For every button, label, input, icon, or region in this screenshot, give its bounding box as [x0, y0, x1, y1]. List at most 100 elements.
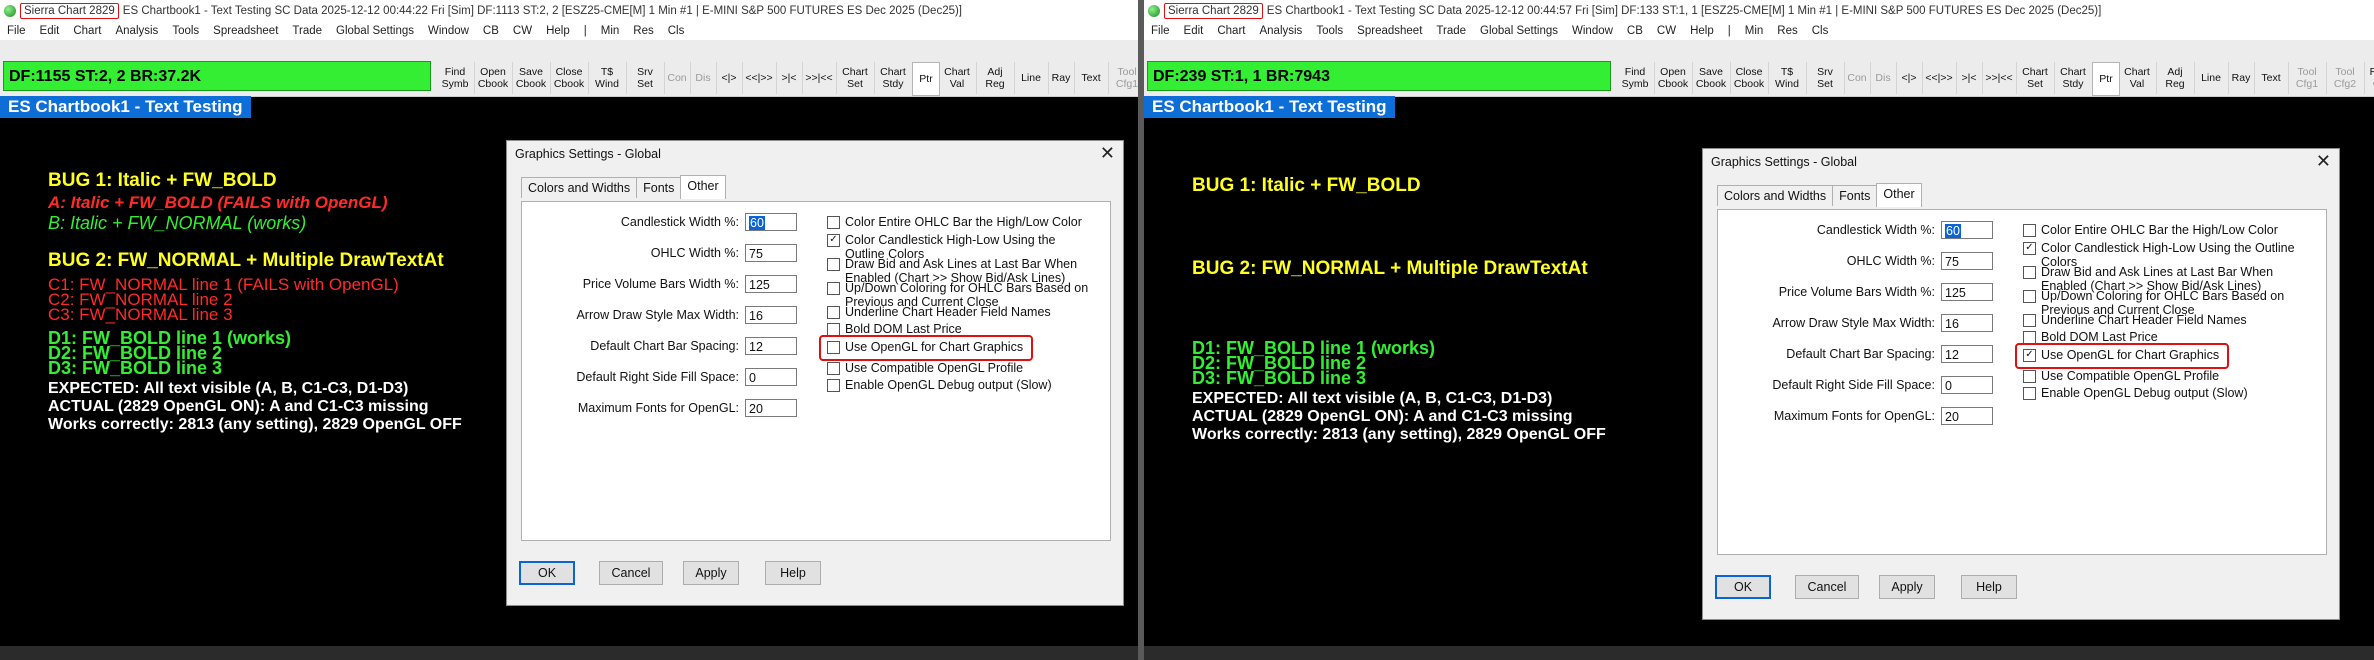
menu-global-settings[interactable]: Global Settings [329, 25, 421, 37]
menu-edit[interactable]: Edit [1177, 25, 1211, 37]
toolbar-button-tool-cfg2[interactable]: Tool Cfg2 [2326, 62, 2365, 94]
toolbar-button-t-wind[interactable]: T$ Wind [1768, 62, 1807, 94]
menu-trade[interactable]: Trade [1429, 25, 1473, 37]
apply-button[interactable]: Apply [1879, 575, 1935, 599]
field-input-price-volume-bars-width[interactable]: 125 [1941, 283, 1993, 301]
tab-other[interactable]: Other [1876, 183, 1922, 207]
toolbar-button-chart-stdy[interactable]: Chart Stdy [2054, 62, 2093, 94]
toolbar-button-tool-cfg1[interactable]: Tool Cfg1 [1108, 62, 1138, 94]
toolbar-button-close-cbook[interactable]: Close Cbook [550, 62, 589, 94]
help-button[interactable]: Help [1961, 575, 2017, 599]
toolbar-button-sym[interactable]: <<|>> [1922, 62, 1957, 94]
close-icon[interactable]: ✕ [2316, 151, 2331, 172]
toolbar-button-chart-stdy[interactable]: Chart Stdy [874, 62, 913, 94]
menu-res[interactable]: Res [1770, 25, 1804, 37]
ok-button[interactable]: OK [519, 561, 575, 585]
menu-tools[interactable]: Tools [165, 25, 206, 37]
field-input-ohlc-width[interactable]: 75 [745, 244, 797, 262]
toolbar-button-adj-reg[interactable]: Adj Reg [2156, 62, 2195, 94]
toolbar-button-chart-set[interactable]: Chart Set [2016, 62, 2055, 94]
menu-help[interactable]: Help [1683, 25, 1721, 37]
menu-res[interactable]: Res [626, 25, 660, 37]
tab-colors-and-widths[interactable]: Colors and Widths [1717, 185, 1834, 206]
checkbox-use-compatible-opengl-profile[interactable] [2023, 370, 2036, 383]
toolbar-button-text[interactable]: Text [1074, 62, 1109, 94]
toolbar-button-chart-val[interactable]: Chart Val [2118, 62, 2157, 94]
toolbar-button-line[interactable]: Line [1014, 62, 1049, 94]
toolbar-button-sym[interactable]: >|< [1956, 62, 1983, 94]
toolbar-button-chart-val[interactable]: Chart Val [938, 62, 977, 94]
field-input-default-right-side-fill-space[interactable]: 0 [1941, 376, 1993, 394]
menu-edit[interactable]: Edit [33, 25, 67, 37]
checkbox-color-entire-ohlc-bar-the-high-low-color[interactable] [827, 216, 840, 229]
menu-cw[interactable]: CW [1650, 25, 1683, 37]
checkbox-use-compatible-opengl-profile[interactable] [827, 362, 840, 375]
menu-spreadsheet[interactable]: Spreadsheet [206, 25, 285, 37]
checkbox-draw-bid-and-ask-lines-at-last-bar-when-enabled-chart-show-bid-ask-lines[interactable] [827, 258, 840, 271]
field-input-ohlc-width[interactable]: 75 [1941, 252, 1993, 270]
toolbar-button-sym[interactable]: >>|<< [1982, 62, 2017, 94]
toolbar-button-sym[interactable]: <<|>> [742, 62, 777, 94]
menu-analysis[interactable]: Analysis [1252, 25, 1309, 37]
toolbar-button-srv-set[interactable]: Srv Set [1806, 62, 1845, 94]
ok-button[interactable]: OK [1715, 575, 1771, 599]
toolbar-button-dis[interactable]: Dis [1870, 62, 1897, 94]
toolbar-button-text[interactable]: Text [2254, 62, 2289, 94]
menu-window[interactable]: Window [421, 25, 476, 37]
tab-other[interactable]: Other [680, 175, 726, 199]
menu-chart[interactable]: Chart [66, 25, 108, 37]
menu-cls[interactable]: Cls [1805, 25, 1836, 37]
checkbox-color-entire-ohlc-bar-the-high-low-color[interactable] [2023, 224, 2036, 237]
menu-min[interactable]: Min [1738, 25, 1771, 37]
close-icon[interactable]: ✕ [1100, 143, 1115, 164]
toolbar-button-srv-set[interactable]: Srv Set [626, 62, 665, 94]
toolbar-button-ptr[interactable]: Ptr [2092, 62, 2120, 96]
menu-chart[interactable]: Chart [1210, 25, 1252, 37]
toolbar-button-t-wind[interactable]: T$ Wind [588, 62, 627, 94]
toolbar-button-ptr[interactable]: Ptr [912, 62, 940, 96]
menu-cb[interactable]: CB [1620, 25, 1650, 37]
cancel-button[interactable]: Cancel [1795, 575, 1859, 599]
toolbar-button-con[interactable]: Con [664, 62, 691, 94]
menu-help[interactable]: Help [539, 25, 577, 37]
menu-trade[interactable]: Trade [285, 25, 329, 37]
checkbox-underline-chart-header-field-names[interactable] [827, 306, 840, 319]
toolbar-button-ray[interactable]: Ray [2228, 62, 2255, 94]
menu-min[interactable]: Min [594, 25, 627, 37]
toolbar-button-sym[interactable]: >|< [776, 62, 803, 94]
toolbar-button-find-symb[interactable]: Find Symb [436, 62, 475, 94]
toolbar-button-adj-reg[interactable]: Adj Reg [976, 62, 1015, 94]
cancel-button[interactable]: Cancel [599, 561, 663, 585]
left-chart-tab[interactable]: ES Chartbook1 - Text Testing [0, 96, 251, 118]
menu-spreadsheet[interactable]: Spreadsheet [1350, 25, 1429, 37]
menu-cb[interactable]: CB [476, 25, 506, 37]
checkbox-up-down-coloring-for-ohlc-bars-based-on-previous-and-current-close[interactable] [827, 282, 840, 295]
menu-tools[interactable]: Tools [1309, 25, 1350, 37]
toolbar-button-tool-cfg1[interactable]: Tool Cfg1 [2288, 62, 2327, 94]
field-input-default-chart-bar-spacing[interactable]: 12 [745, 337, 797, 355]
checkbox-up-down-coloring-for-ohlc-bars-based-on-previous-and-current-close[interactable] [2023, 290, 2036, 303]
field-input-price-volume-bars-width[interactable]: 125 [745, 275, 797, 293]
toolbar-button-open-cbook[interactable]: Open Cbook [474, 62, 513, 94]
field-input-default-right-side-fill-space[interactable]: 0 [745, 368, 797, 386]
toolbar-button-chart-set[interactable]: Chart Set [836, 62, 875, 94]
checkbox-enable-opengl-debug-output-slow[interactable] [827, 379, 840, 392]
checkbox-underline-chart-header-field-names[interactable] [2023, 314, 2036, 327]
checkbox-enable-opengl-debug-output-slow[interactable] [2023, 387, 2036, 400]
menu-file[interactable]: File [0, 25, 33, 37]
field-input-arrow-draw-style-max-width[interactable]: 16 [745, 306, 797, 324]
toolbar-button-sym[interactable]: <|> [716, 62, 743, 94]
field-input-arrow-draw-style-max-width[interactable]: 16 [1941, 314, 1993, 332]
toolbar-button-con[interactable]: Con [1844, 62, 1871, 94]
menu-cls[interactable]: Cls [661, 25, 692, 37]
menu-window[interactable]: Window [1565, 25, 1620, 37]
tab-fonts[interactable]: Fonts [1832, 185, 1878, 206]
field-input-candlestick-width[interactable]: 60 [1941, 221, 1993, 239]
toolbar-button-dis[interactable]: Dis [690, 62, 717, 94]
toolbar-button-line[interactable]: Line [2194, 62, 2229, 94]
toolbar-button-find-symb[interactable]: Find Symb [1616, 62, 1655, 94]
toolbar-button-rplay-chrt[interactable]: Rplay Chrt [2364, 62, 2374, 94]
checkbox-color-candlestick-high-low-using-the-outline-colors[interactable]: ✓ [827, 234, 840, 247]
checkbox-draw-bid-and-ask-lines-at-last-bar-when-enabled-chart-show-bid-ask-lines[interactable] [2023, 266, 2036, 279]
menu-cw[interactable]: CW [506, 25, 539, 37]
